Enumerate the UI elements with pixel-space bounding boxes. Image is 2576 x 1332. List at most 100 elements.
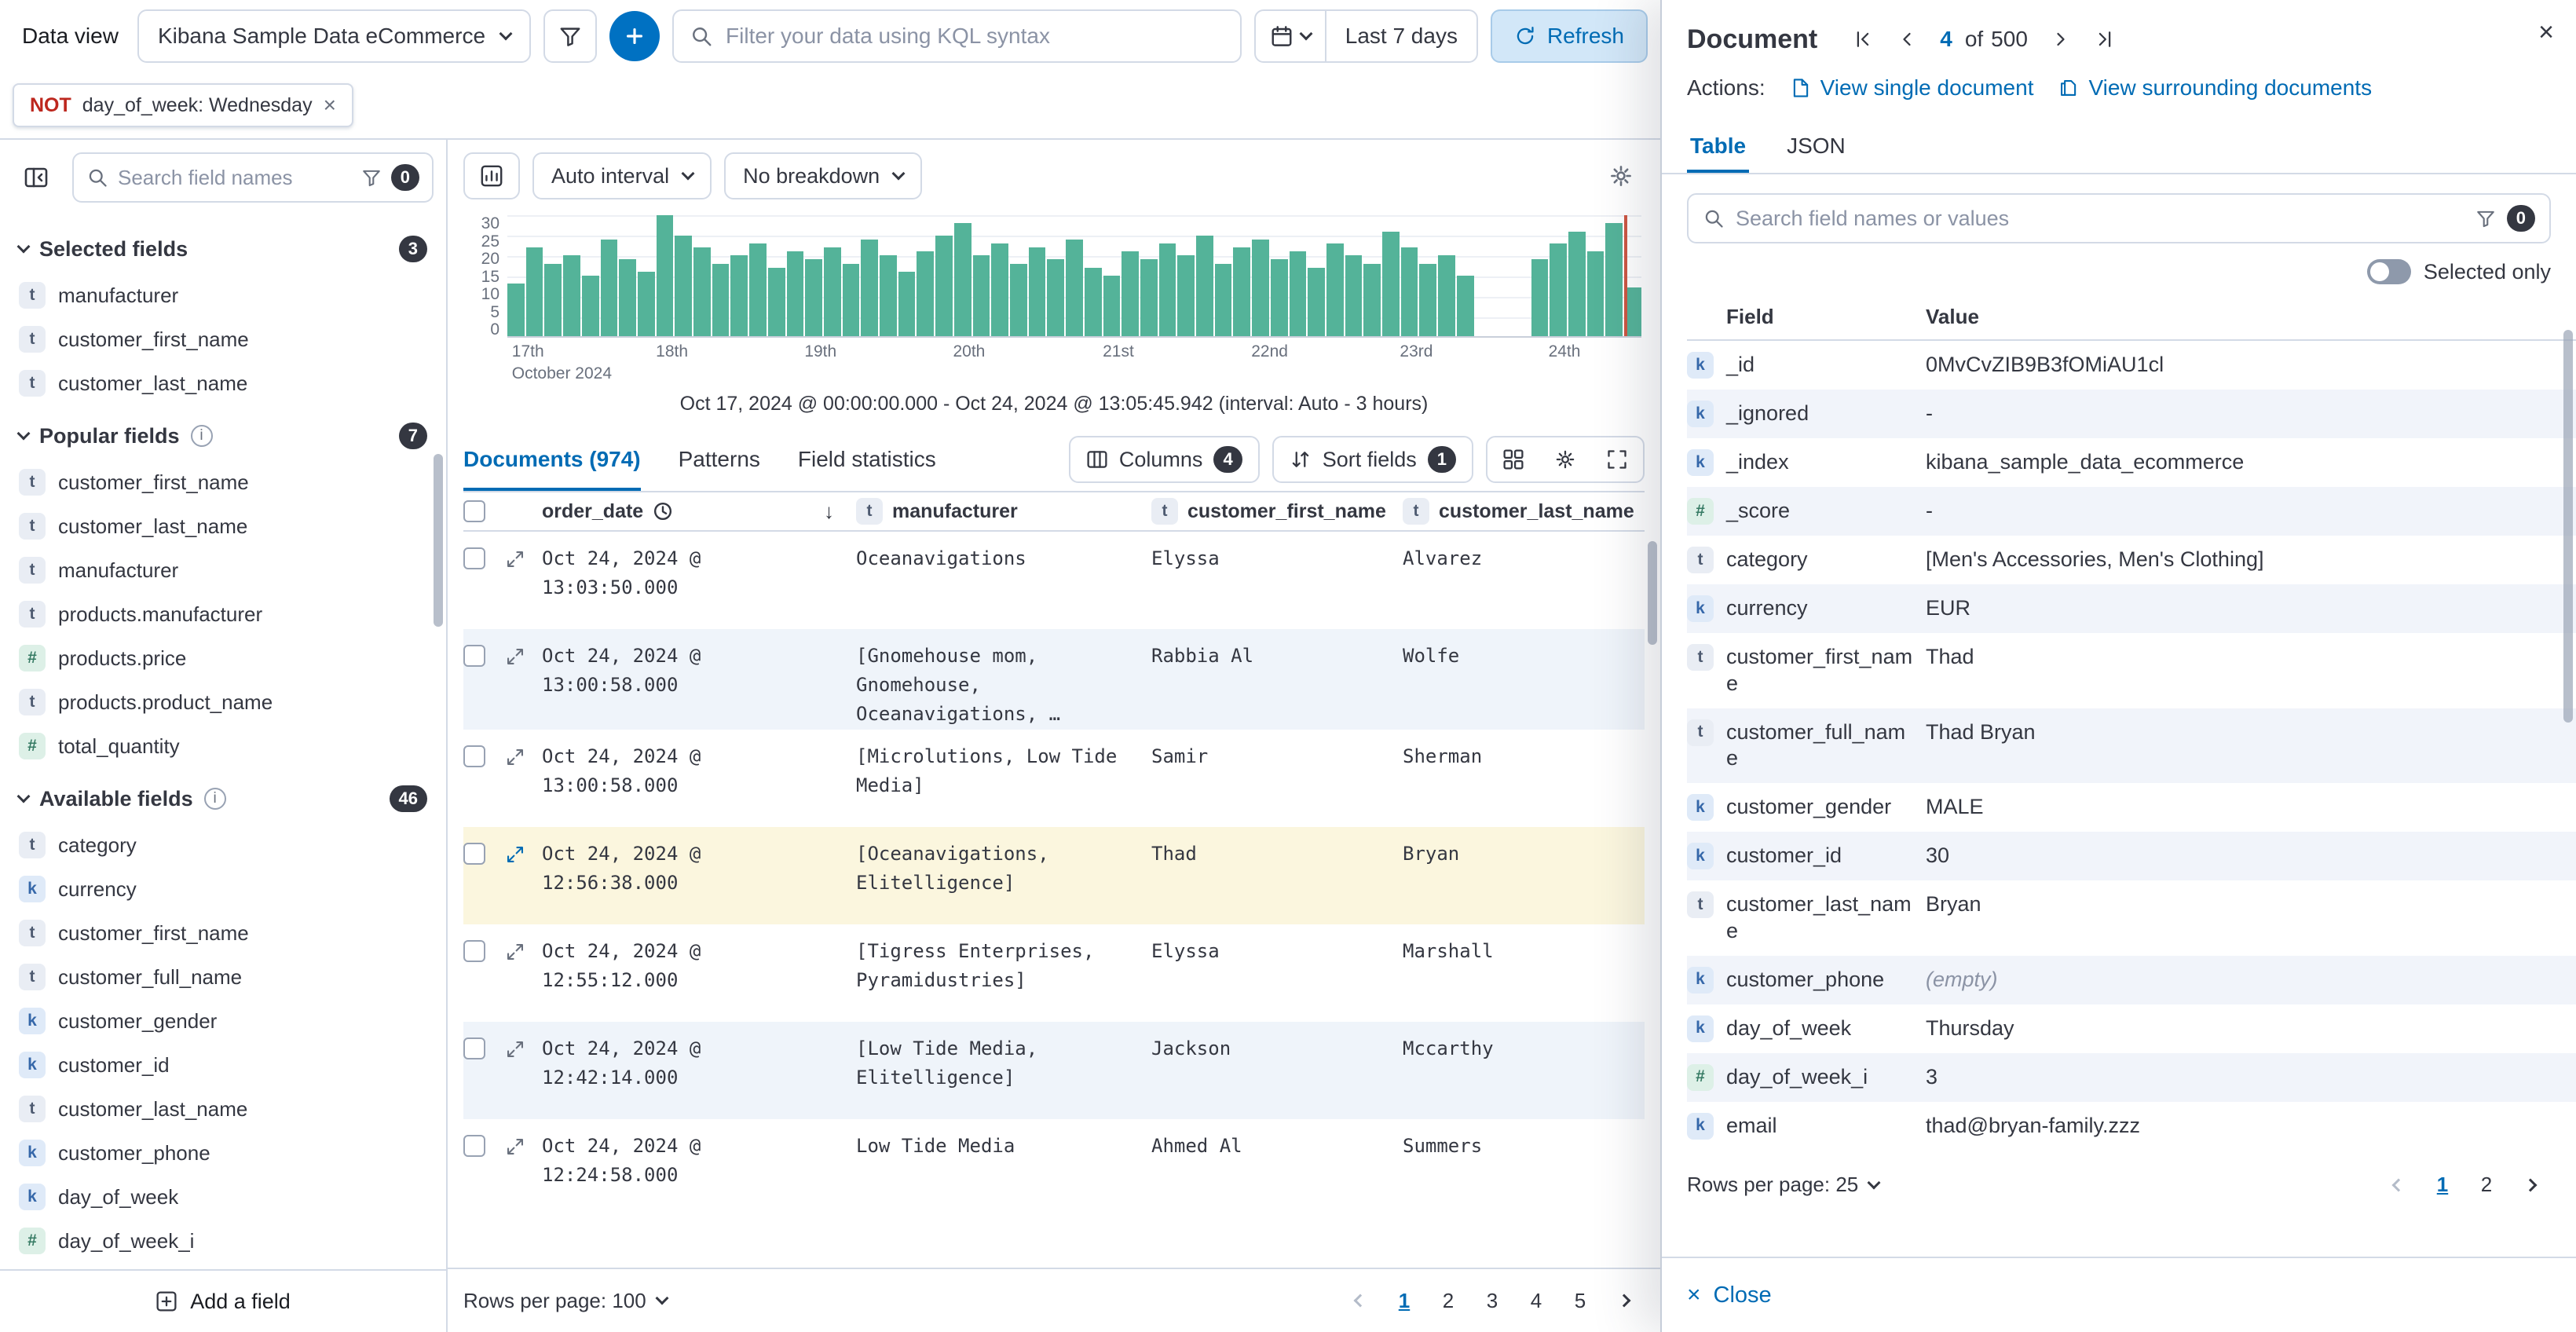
- doc-rows-per-page-button[interactable]: Rows per page: 25: [1687, 1173, 1879, 1197]
- rows-per-page-button[interactable]: Rows per page: 100: [463, 1289, 667, 1313]
- page-number-button[interactable]: 2: [2466, 1165, 2507, 1206]
- row-checkbox[interactable]: [463, 745, 485, 767]
- edit-visualization-button[interactable]: [1597, 152, 1645, 199]
- field-item[interactable]: t customer_last_name: [16, 1087, 430, 1131]
- doc-field-row[interactable]: k _ignored -: [1687, 390, 2576, 438]
- field-item[interactable]: # day_of_week_i: [16, 1219, 430, 1263]
- time-range-label[interactable]: Last 7 days: [1326, 24, 1476, 49]
- row-checkbox[interactable]: [463, 1037, 485, 1059]
- filter-settings-button[interactable]: [543, 9, 597, 63]
- filter-funnel-icon[interactable]: [361, 167, 382, 188]
- field-item[interactable]: # products.price: [16, 636, 430, 680]
- row-checkbox[interactable]: [463, 1135, 485, 1157]
- field-group-header[interactable]: Selected fields 3: [16, 218, 430, 273]
- page-number-button[interactable]: 1: [2422, 1165, 2463, 1206]
- field-item[interactable]: k day_of_week: [16, 1175, 430, 1219]
- field-group-header[interactable]: Popular fields i 7: [16, 405, 430, 460]
- field-search-box[interactable]: 0: [72, 152, 434, 203]
- tab-json[interactable]: JSON: [1784, 119, 1849, 173]
- page-number-button[interactable]: 5: [1560, 1280, 1601, 1321]
- tab-field-statistics[interactable]: Field statistics: [798, 428, 936, 491]
- doc-field-row[interactable]: k currency EUR: [1687, 584, 2576, 633]
- doc-field-row[interactable]: k email thad@bryan-family.zzz: [1687, 1102, 2576, 1151]
- filter-funnel-icon[interactable]: [2475, 208, 2496, 229]
- doc-field-row[interactable]: k day_of_week Thursday: [1687, 1004, 2576, 1053]
- row-checkbox[interactable]: [463, 940, 485, 962]
- prev-page-icon[interactable]: [1340, 1280, 1381, 1321]
- sidebar-scrollbar[interactable]: [434, 454, 443, 627]
- prev-page-icon[interactable]: [2378, 1165, 2419, 1206]
- sort-descending-icon[interactable]: ↓: [824, 500, 840, 524]
- column-header[interactable]: t customer_first_name: [1151, 498, 1403, 525]
- expand-document-icon[interactable]: [504, 1132, 542, 1157]
- document-row[interactable]: Oct 24, 2024 @ 13:00:58.000 [Gnomehouse …: [463, 629, 1645, 730]
- expand-document-icon[interactable]: [504, 642, 542, 667]
- tab-documents[interactable]: Documents (974): [463, 428, 641, 491]
- page-number-button[interactable]: 3: [1472, 1280, 1513, 1321]
- doc-field-row[interactable]: k customer_gender MALE: [1687, 783, 2576, 832]
- document-row[interactable]: Oct 24, 2024 @ 12:42:14.000 [Low Tide Me…: [463, 1022, 1645, 1119]
- table-scrollbar[interactable]: [1648, 541, 1657, 645]
- selected-only-toggle[interactable]: [2367, 259, 2411, 284]
- doc-field-search-box[interactable]: 0: [1687, 193, 2551, 243]
- document-row[interactable]: Oct 24, 2024 @ 13:03:50.000 Oceanavigati…: [463, 532, 1645, 629]
- kql-input[interactable]: [726, 24, 1224, 49]
- grid-settings-button[interactable]: [1539, 437, 1591, 481]
- add-field-button[interactable]: Add a field: [0, 1269, 446, 1332]
- field-item[interactable]: t customer_full_name: [16, 955, 430, 999]
- sort-fields-button[interactable]: Sort fields 1: [1272, 436, 1473, 483]
- select-all-checkbox[interactable]: [463, 500, 485, 522]
- field-item[interactable]: t customer_first_name: [16, 317, 430, 361]
- expand-document-icon[interactable]: [504, 742, 542, 767]
- last-doc-button[interactable]: [2084, 19, 2125, 60]
- column-header[interactable]: order_date ↓: [542, 500, 856, 524]
- document-row[interactable]: Oct 24, 2024 @ 12:55:12.000 [Tigress Ent…: [463, 924, 1645, 1022]
- collapse-sidebar-button[interactable]: [13, 154, 60, 201]
- doc-field-row[interactable]: # day_of_week_i 3: [1687, 1053, 2576, 1102]
- view-surrounding-documents-link[interactable]: View surrounding documents: [2058, 75, 2372, 101]
- add-filter-button[interactable]: [609, 11, 660, 61]
- field-item[interactable]: # total_quantity: [16, 724, 430, 768]
- field-item[interactable]: k customer_gender: [16, 999, 430, 1043]
- tab-patterns[interactable]: Patterns: [679, 428, 760, 491]
- calendar-menu-button[interactable]: [1256, 11, 1326, 61]
- view-single-document-link[interactable]: View single document: [1791, 75, 2034, 101]
- field-item[interactable]: t customer_first_name: [16, 460, 430, 504]
- field-item[interactable]: t products.product_name: [16, 680, 430, 724]
- field-item[interactable]: t customer_last_name: [16, 504, 430, 548]
- page-number-button[interactable]: 4: [1516, 1280, 1557, 1321]
- column-header[interactable]: t manufacturer: [856, 498, 1151, 525]
- fullscreen-button[interactable]: [1591, 437, 1643, 481]
- document-row[interactable]: Oct 24, 2024 @ 12:56:38.000 [Oceanavigat…: [463, 827, 1645, 924]
- tab-table[interactable]: Table: [1687, 119, 1749, 173]
- next-page-icon[interactable]: [1604, 1280, 1645, 1321]
- kql-search-bar[interactable]: [672, 9, 1242, 63]
- display-density-button[interactable]: [1487, 437, 1539, 481]
- flyout-scrollbar[interactable]: [2563, 330, 2573, 723]
- field-item[interactable]: k currency: [16, 867, 430, 911]
- data-view-picker[interactable]: Kibana Sample Data eCommerce: [137, 9, 531, 63]
- field-item[interactable]: k customer_id: [16, 1043, 430, 1087]
- field-search-input[interactable]: [118, 166, 352, 190]
- field-item[interactable]: k customer_phone: [16, 1131, 430, 1175]
- expand-document-icon[interactable]: [504, 1034, 542, 1059]
- doc-field-row[interactable]: k _id 0MvCvZIB9B3fOMiAU1cl: [1687, 341, 2576, 390]
- expand-document-icon[interactable]: [504, 840, 542, 865]
- doc-field-row[interactable]: k customer_phone (empty): [1687, 956, 2576, 1004]
- field-item[interactable]: t customer_last_name: [16, 361, 430, 405]
- row-checkbox[interactable]: [463, 547, 485, 569]
- document-row[interactable]: Oct 24, 2024 @ 12:24:58.000 Low Tide Med…: [463, 1119, 1645, 1217]
- next-page-icon[interactable]: [2510, 1165, 2551, 1206]
- row-checkbox[interactable]: [463, 645, 485, 667]
- next-doc-button[interactable]: [2040, 19, 2081, 60]
- field-item[interactable]: t customer_first_name: [16, 911, 430, 955]
- refresh-button[interactable]: Refresh: [1491, 9, 1648, 63]
- breakdown-select[interactable]: No breakdown: [724, 152, 922, 199]
- doc-field-row[interactable]: k _index kibana_sample_data_ecommerce: [1687, 438, 2576, 487]
- close-flyout-button[interactable]: × Close: [1687, 1282, 1772, 1308]
- field-item[interactable]: t manufacturer: [16, 273, 430, 317]
- remove-filter-icon[interactable]: ×: [324, 94, 336, 116]
- doc-field-row[interactable]: k customer_id 30: [1687, 832, 2576, 880]
- doc-field-row[interactable]: t customer_last_name Bryan: [1687, 880, 2576, 956]
- field-item[interactable]: t manufacturer: [16, 548, 430, 592]
